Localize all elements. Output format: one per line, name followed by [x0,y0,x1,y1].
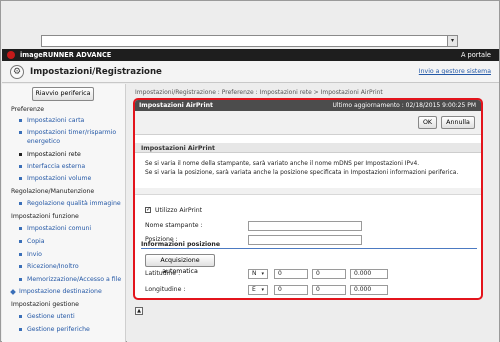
dropdown-arrow-icon: ▾ [261,271,264,277]
sidebar-item-send[interactable]: Invio [27,251,42,258]
sidebar-item-common[interactable]: Impostazioni comuni [27,225,91,232]
printer-name-label: Nome stampante : [145,222,203,229]
sidebar-section-preferences: Preferenze [11,106,45,113]
longitude-direction-select[interactable]: E ▾ [248,285,268,295]
use-airprint-checkbox[interactable]: ✓ [145,207,151,213]
browser-window: ▾ imageRUNNER ADVANCE A portale ⚙ Impost… [0,0,500,342]
bullet-icon [19,165,22,168]
longitude-seconds-input[interactable]: 0.000 [350,285,388,295]
sidebar-item-receive[interactable]: Ricezione/Inoltro [27,263,79,270]
use-airprint-label: Utilizzo AirPrint [155,207,203,214]
panel-title-bar: Impostazioni AirPrint Ultimo aggiornamen… [135,100,481,111]
diamond-bullet-icon [10,289,16,295]
sidebar-item-devices[interactable]: Gestione periferiche [27,326,90,333]
sidebar-item-image-quality[interactable]: Regolazione qualità immagine [27,200,121,207]
bullet-icon [19,202,22,205]
sidebar-item-paper[interactable]: Impostazioni carta [27,117,84,124]
ok-button[interactable]: OK [418,116,437,129]
bullet-icon [19,177,22,180]
bullet-icon [19,315,22,318]
restart-device-button[interactable]: Riavvio periferica [32,87,94,101]
sidebar: Riavvio periferica Preferenze Impostazio… [2,84,126,342]
brand-bar: imageRUNNER ADVANCE A portale [2,49,499,61]
airprint-panel: Impostazioni AirPrint Ultimo aggiornamen… [133,98,483,300]
scroll-to-top-icon[interactable]: ▲ [135,307,143,315]
sidebar-item-timer-cont[interactable]: energetico [27,138,60,145]
section-header-airprint: Impostazioni AirPrint [135,143,481,153]
sidebar-section-functions: Impostazioni funzione [11,213,79,220]
cancel-button[interactable]: Annulla [441,116,475,129]
page-title: Impostazioni/Registrazione [30,67,162,77]
sidebar-item-users[interactable]: Gestione utenti [27,313,75,320]
sidebar-item-network[interactable]: Impostazioni rete [27,151,81,158]
bullet-icon [19,227,22,230]
longitude-minutes-input[interactable]: 0 [312,285,346,295]
latitude-label: Latitudine : [145,270,181,277]
page-header: ⚙ Impostazioni/Registrazione Invio a ges… [2,61,499,83]
address-bar[interactable]: ▾ [41,35,458,47]
sidebar-item-timer[interactable]: Impostazioni timer/risparmio [27,129,116,136]
bullet-icon [19,131,22,134]
sidebar-section-management: Impostazioni gestione [11,301,79,308]
note-location: Se si varia la posizione, sarà variata a… [145,170,459,176]
settings-gear-icon: ⚙ [10,65,24,79]
breadcrumb: Impostazioni/Registrazione : Preferenze … [135,89,383,96]
send-to-admin-link[interactable]: Invio a gestore sistema [419,68,491,75]
latitude-seconds-input[interactable]: 0.000 [350,269,388,279]
sidebar-item-storage[interactable]: Memorizzazione/Accesso a file [27,276,121,283]
longitude-degrees-input[interactable]: 0 [274,285,308,295]
sidebar-item-external-interface[interactable]: Interfaccia esterna [27,163,85,170]
canon-logo-icon [7,51,15,59]
action-bar: OK Annulla [135,111,481,135]
bullet-icon [19,119,22,122]
sidebar-section-destination[interactable]: Impostazione destinazione [19,288,102,295]
sidebar-item-copy[interactable]: Copia [27,238,45,245]
bullet-icon [19,153,22,156]
position-info-heading: Informazioni posizione [141,241,477,249]
bullet-icon [19,265,22,268]
auto-acquire-button[interactable]: Acquisizione automatica [145,254,215,275]
bullet-icon [19,253,22,256]
portal-link[interactable]: A portale [461,51,491,59]
bullet-icon [19,240,22,243]
sidebar-section-maintenance: Regolazione/Manutenzione [11,188,95,195]
brand-title: imageRUNNER ADVANCE [20,51,112,59]
longitude-label: Longitudine : [145,286,186,293]
bullet-icon [19,328,22,331]
panel-title: Impostazioni AirPrint [139,102,213,109]
note-printer-name: Se si varia il nome della stampante, sar… [145,161,420,167]
latitude-minutes-input[interactable]: 0 [312,269,346,279]
dropdown-arrow-icon: ▾ [261,287,264,293]
printer-name-input[interactable] [248,221,362,231]
sidebar-item-volume[interactable]: Impostazioni volume [27,175,91,182]
latitude-degrees-input[interactable]: 0 [274,269,308,279]
divider [135,188,481,195]
latitude-direction-select[interactable]: N ▾ [248,269,268,279]
bullet-icon [19,278,22,281]
main-content: Impostazioni/Registrazione : Preferenze … [127,84,499,342]
address-dropdown-icon[interactable]: ▾ [447,36,457,46]
last-update: Ultimo aggiornamento : 02/18/2015 9:00:2… [332,102,477,109]
